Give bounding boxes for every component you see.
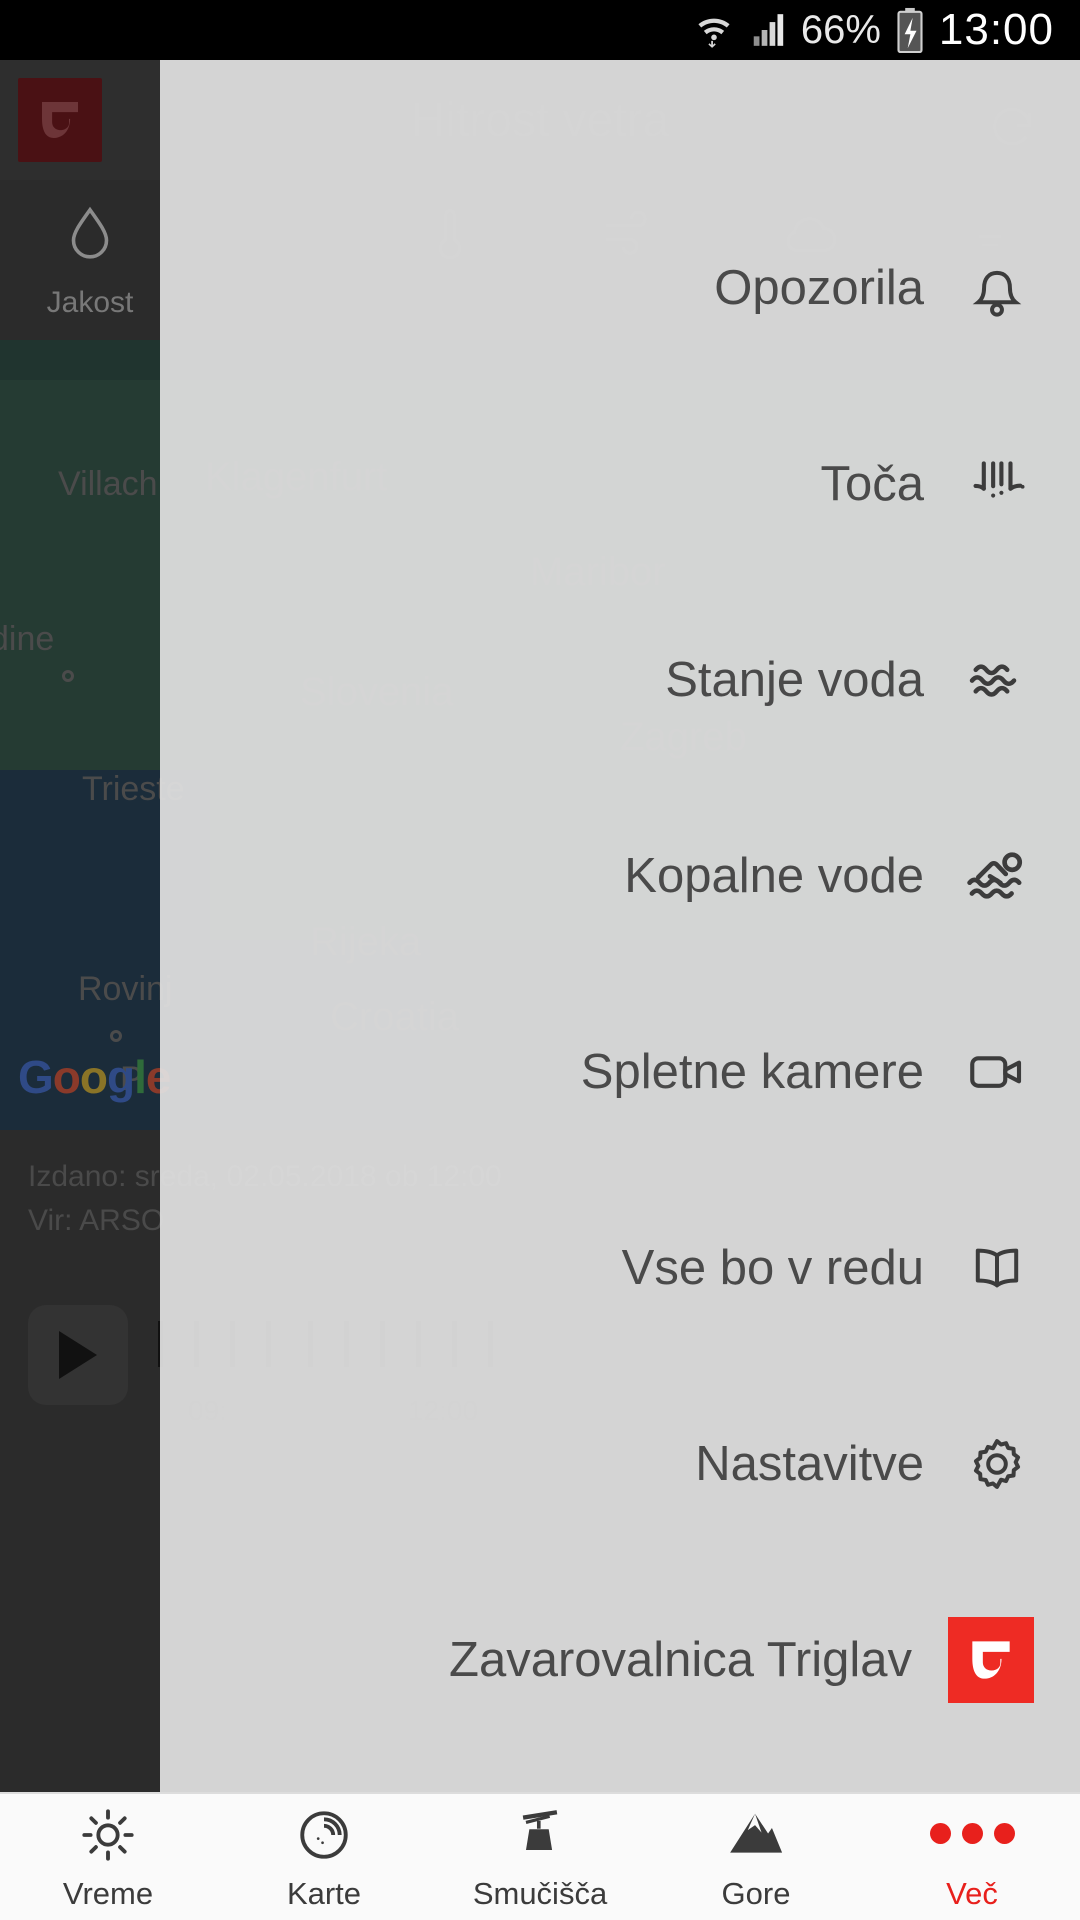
swimmer-icon xyxy=(960,839,1034,913)
menu-item-label: Nastavitve xyxy=(695,1437,924,1491)
menu-item-stanje-voda[interactable]: Stanje voda xyxy=(160,582,1080,778)
status-bar: 66% 13:00 xyxy=(0,0,1080,60)
map-marker xyxy=(110,1030,122,1042)
sun-icon xyxy=(79,1802,137,1864)
menu-item-label: Toča xyxy=(820,457,924,511)
nav-item-karte[interactable]: Karte xyxy=(216,1794,432,1920)
radar-icon xyxy=(295,1802,353,1864)
nav-item-label: Gore xyxy=(721,1876,791,1911)
map-city-label: Rovinj xyxy=(78,970,173,1008)
hail-icon xyxy=(960,447,1034,521)
menu-item-kopalne-vode[interactable]: Kopalne vode xyxy=(160,778,1080,974)
more-dots-icon xyxy=(929,1802,1015,1864)
map-marker xyxy=(62,670,74,682)
video-camera-icon xyxy=(960,1035,1034,1109)
wifi-icon xyxy=(693,9,735,51)
menu-item-label: Spletne kamere xyxy=(580,1045,924,1099)
menu-item-vse-bo-v-redu[interactable]: Vse bo v redu xyxy=(160,1170,1080,1366)
phone-screen: 66% 13:00 Hitrost vetra xyxy=(0,0,1080,1920)
nav-item-label: Vreme xyxy=(62,1876,154,1911)
open-book-icon xyxy=(960,1231,1034,1305)
menu-item-opozorila[interactable]: Opozorila xyxy=(160,190,1080,386)
menu-item-label: Stanje voda xyxy=(665,653,924,707)
nav-item-label: Smučišča xyxy=(472,1876,608,1911)
nav-item-gore[interactable]: Gore xyxy=(648,1794,864,1920)
tab-label: Jakost xyxy=(46,285,134,319)
menu-item-zavarovalnica-triglav[interactable]: Zavarovalnica Triglav xyxy=(160,1562,1080,1758)
menu-item-toca[interactable]: Toča xyxy=(160,386,1080,582)
nav-item-vec[interactable]: Več xyxy=(864,1794,1080,1920)
mountains-icon xyxy=(727,1802,785,1864)
water-waves-icon xyxy=(960,643,1034,717)
bottom-navigation: Vreme Karte Smučišča Gore Več xyxy=(0,1792,1080,1920)
google-watermark: Google xyxy=(18,1051,171,1103)
clock-label: 13:00 xyxy=(938,5,1054,54)
gear-icon xyxy=(960,1427,1034,1501)
bell-icon xyxy=(960,251,1034,325)
menu-item-nastavitve[interactable]: Nastavitve xyxy=(160,1366,1080,1562)
menu-item-label: Opozorila xyxy=(714,261,924,315)
triglav-logo-icon xyxy=(948,1617,1034,1703)
battery-charging-icon xyxy=(895,7,925,53)
water-drop-icon xyxy=(57,201,123,272)
tab-jakost[interactable]: Jakost xyxy=(0,201,180,320)
nav-item-label: Več xyxy=(946,1876,998,1911)
menu-item-label: Vse bo v redu xyxy=(621,1241,924,1295)
menu-item-label: Zavarovalnica Triglav xyxy=(449,1633,912,1687)
menu-item-spletne-kamere[interactable]: Spletne kamere xyxy=(160,974,1080,1170)
nav-item-smucisca[interactable]: Smučišča xyxy=(432,1794,648,1920)
nav-item-label: Karte xyxy=(286,1876,362,1911)
battery-percent-label: 66% xyxy=(800,7,881,52)
play-icon[interactable] xyxy=(28,1305,128,1405)
menu-list: Opozorila Toča Stanje voda Kopalne vode … xyxy=(160,190,1080,1758)
nav-item-vreme[interactable]: Vreme xyxy=(0,1794,216,1920)
menu-item-label: Kopalne vode xyxy=(624,849,924,903)
map-city-label: dine xyxy=(0,620,55,658)
gondola-icon xyxy=(511,1802,569,1864)
map-city-label: Villach xyxy=(58,465,158,503)
signal-bars-icon xyxy=(749,9,787,51)
slide-out-menu: Opozorila Toča Stanje voda Kopalne vode … xyxy=(160,60,1080,1792)
